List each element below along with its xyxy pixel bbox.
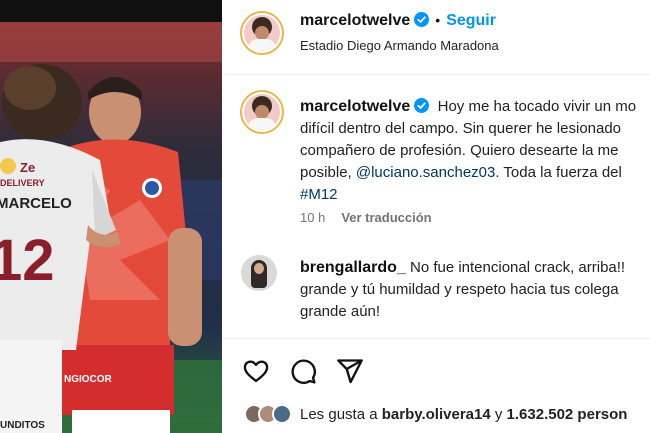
comment-line-2: grande y tú humildad y respeto hacia tus… xyxy=(300,281,619,298)
hashtag-link[interactable]: #M12 xyxy=(300,186,338,203)
translate-link[interactable]: Ver traducción xyxy=(341,210,431,225)
share-icon[interactable] xyxy=(336,357,364,385)
follow-button[interactable]: Seguir xyxy=(446,12,496,29)
likes-count[interactable]: 1.632.502 xyxy=(507,406,574,423)
comment: brengallardo_ No fue intencional crack, … xyxy=(300,257,650,323)
jersey-name: MARCELO xyxy=(0,195,72,212)
post-photo: NGIOCOR Ze DELIVERY MARCELO 12 UNDITOS xyxy=(0,0,222,433)
caption-meta: 10 h Ver traducción xyxy=(300,210,448,225)
comment-icon[interactable] xyxy=(289,357,317,385)
mention-link[interactable]: @luciano.sanchez03 xyxy=(356,164,495,181)
jersey-number: 12 xyxy=(0,228,55,293)
liker-username[interactable]: barby.olivera14 xyxy=(382,406,491,423)
post-time[interactable]: 10 h xyxy=(300,210,325,225)
separator-dot: • xyxy=(435,12,441,28)
jersey-sponsor-sub: DELIVERY xyxy=(0,178,45,188)
post-panel: marcelotwelve • Seguir Estadio Diego Arman… xyxy=(222,0,650,433)
white-shorts-text: UNDITOS xyxy=(0,420,45,431)
caption-author-avatar[interactable] xyxy=(240,90,284,134)
likes-prefix: Les gusta a xyxy=(300,406,382,423)
caption-line-4: posible, xyxy=(300,164,356,181)
caption-username[interactable]: marcelotwelve xyxy=(300,98,410,115)
post-header: marcelotwelve • Seguir Estadio Diego Arman… xyxy=(222,0,650,75)
comment-line-3: grande aún! xyxy=(300,303,381,320)
red-shorts-text: NGIOCOR xyxy=(64,374,113,385)
author-avatar[interactable] xyxy=(240,11,284,55)
verified-badge-icon xyxy=(414,98,430,113)
likes-suffix[interactable]: person xyxy=(573,406,627,423)
caption-line-3: compañero de profesión. Quiero desearte … xyxy=(300,142,619,159)
commenter-username[interactable]: brengallardo_ xyxy=(300,259,406,276)
post-actions xyxy=(222,338,650,402)
commenter-avatar[interactable] xyxy=(241,255,277,291)
caption-line-2: difícil dentro del campo. Sin querer he … xyxy=(300,120,622,137)
post-image: NGIOCOR Ze DELIVERY MARCELO 12 UNDITOS xyxy=(0,0,222,433)
liker-avatar xyxy=(272,404,292,424)
post-location[interactable]: Estadio Diego Armando Maradona xyxy=(300,38,499,53)
verified-badge-icon xyxy=(414,12,430,27)
comment-line-1: No fue intencional crack, arriba!! xyxy=(405,259,626,276)
jersey-sponsor: Ze xyxy=(20,160,35,175)
author-line: marcelotwelve • Seguir xyxy=(300,12,496,30)
post-caption: marcelotwelve Hoy me ha tocado vivir un … xyxy=(300,96,650,206)
caption-line-4-end: . Toda la fuerza del xyxy=(495,164,622,181)
likes-middle: y xyxy=(490,406,507,423)
heart-icon[interactable] xyxy=(242,357,270,385)
likes-line: Les gusta a barby.olivera14 y 1.632.502 … xyxy=(244,404,627,424)
author-username[interactable]: marcelotwelve xyxy=(300,12,410,29)
caption-line-1: Hoy me ha tocado vivir un mo xyxy=(437,98,637,115)
